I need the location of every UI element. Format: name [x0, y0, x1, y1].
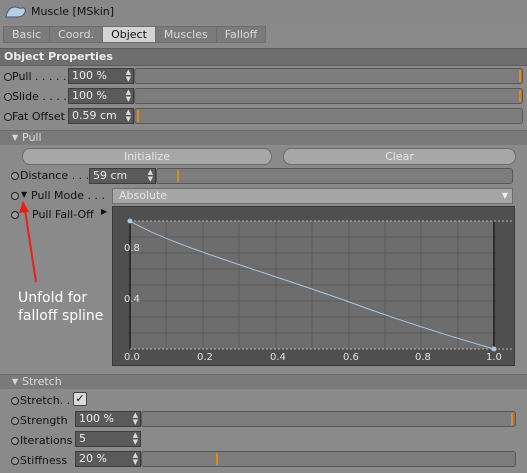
animation-dot-icon[interactable]	[11, 457, 19, 465]
section-title: Object Properties	[4, 50, 113, 63]
spinner-arrows-icon[interactable]: ▲ ▼	[126, 109, 131, 123]
muscle-arm-icon	[5, 6, 26, 18]
distance-slider[interactable]	[156, 168, 513, 184]
pull-mode-value: Absolute	[119, 189, 168, 202]
triangle-down-icon[interactable]: ▼	[12, 377, 18, 386]
distance-slider-handle[interactable]	[177, 170, 179, 182]
x-tick-label: 0.4	[270, 352, 286, 363]
annotation-line: falloff spline	[18, 308, 104, 324]
animation-dot-icon[interactable]	[11, 192, 19, 200]
clear-button[interactable]: Clear	[283, 148, 516, 165]
stiffness-value: 20 %	[79, 452, 107, 465]
chevron-down-icon: ▼	[501, 191, 508, 200]
tab-muscles[interactable]: Muscles	[154, 26, 217, 43]
initialize-button[interactable]: Initialize	[22, 148, 272, 165]
strength-value: 100 %	[79, 412, 114, 425]
pull-input[interactable]: 100 % ▲ ▼	[68, 68, 134, 84]
iterations-input[interactable]: 5 ▲ ▼	[75, 431, 141, 447]
animation-dot-icon[interactable]	[11, 172, 19, 180]
tab-object[interactable]: Object	[102, 26, 156, 43]
animation-dot-icon[interactable]	[11, 397, 19, 405]
fat-offset-label: Fat Offset	[12, 110, 65, 123]
strength-input[interactable]: 100 % ▲ ▼	[75, 411, 141, 427]
fat-offset-slider[interactable]	[134, 108, 523, 124]
spinner-arrows-icon[interactable]: ▲ ▼	[133, 452, 138, 466]
pull-slider-handle[interactable]	[519, 70, 521, 82]
animation-dot-icon[interactable]	[11, 417, 19, 425]
tab-coord[interactable]: Coord.	[49, 26, 104, 43]
tab-bar: Basic Coord. Object Muscles Falloff	[3, 26, 267, 43]
stretch-checkbox[interactable]: ✓	[73, 392, 87, 406]
stiffness-slider-handle[interactable]	[216, 453, 218, 465]
pull-mode-dropdown[interactable]: Absolute ▼	[112, 188, 513, 204]
slide-slider[interactable]	[134, 88, 523, 104]
spinner-arrows-icon[interactable]: ▲ ▼	[126, 89, 131, 103]
stretch-group-title: Stretch	[22, 375, 62, 388]
pull-mode-label: Pull Mode . . .	[31, 189, 105, 202]
falloff-spline-graph[interactable]: 0.8 0.4 0.0 0.2 0.4 0.6 0.8 1.0	[112, 206, 515, 366]
annotation-text: Unfold for falloff spline	[18, 289, 103, 325]
triangle-down-icon[interactable]: ▼	[21, 190, 27, 199]
pull-slider[interactable]	[134, 68, 523, 84]
pull-group-title: Pull	[22, 131, 42, 144]
spinner-arrows-icon[interactable]: ▲ ▼	[133, 432, 138, 446]
tab-basic[interactable]: Basic	[3, 26, 51, 43]
stretch-label: Stretch. .	[20, 394, 71, 407]
pull-label: Pull . . . . .	[12, 70, 67, 83]
distance-input[interactable]: 59 cm ▲ ▼	[89, 168, 156, 184]
animation-dot-icon[interactable]	[4, 93, 12, 101]
spline-point-end	[491, 346, 497, 352]
fat-offset-value: 0.59 cm	[72, 109, 117, 122]
strength-label: Strength	[20, 414, 68, 427]
y-tick-label: 0.0	[124, 352, 140, 363]
x-tick-label: 0.6	[343, 352, 359, 363]
stretch-group-header[interactable]: ▼ Stretch	[0, 374, 527, 389]
slide-input[interactable]: 100 % ▲ ▼	[68, 88, 134, 104]
window-title: Muscle [MSkin]	[31, 5, 115, 18]
y-tick-label: 0.4	[124, 294, 140, 305]
distance-value: 59 cm	[93, 169, 128, 182]
animation-dot-icon[interactable]	[11, 437, 19, 445]
pull-group-header[interactable]: ▼ Pull	[0, 130, 527, 145]
stiffness-label: Stiffness	[20, 454, 68, 467]
slide-slider-handle[interactable]	[519, 90, 521, 102]
tab-falloff[interactable]: Falloff	[215, 26, 267, 43]
x-tick-label: 1.0	[486, 352, 502, 363]
spinner-arrows-icon[interactable]: ▲ ▼	[148, 169, 153, 183]
animation-dot-icon[interactable]	[4, 113, 12, 121]
section-header: Object Properties	[0, 48, 527, 66]
x-tick-label: 0.8	[415, 352, 431, 363]
spline-point-start	[127, 218, 133, 224]
pull-value: 100 %	[72, 69, 107, 82]
stiffness-input[interactable]: 20 % ▲ ▼	[75, 451, 141, 467]
pull-falloff-label: Pull Fall-Off	[32, 208, 94, 221]
spline-canvas[interactable]: 0.8 0.4 0.0 0.2 0.4 0.6 0.8 1.0	[113, 207, 514, 365]
annotation-line: Unfold for	[18, 290, 88, 306]
animation-dot-icon[interactable]	[4, 73, 12, 81]
x-tick-label: 0.2	[197, 352, 213, 363]
spinner-arrows-icon[interactable]: ▲ ▼	[133, 412, 138, 426]
y-tick-label: 0.8	[124, 243, 140, 254]
animation-dot-icon[interactable]	[11, 211, 19, 219]
slide-label: Slide . . . . .	[12, 90, 74, 103]
title-bar: Muscle [MSkin]	[0, 0, 527, 24]
slide-value: 100 %	[72, 89, 107, 102]
strength-slider-handle[interactable]	[511, 413, 513, 425]
strength-slider[interactable]	[141, 411, 516, 427]
fat-offset-slider-handle[interactable]	[137, 110, 139, 122]
iterations-value: 5	[79, 432, 86, 445]
fat-offset-input[interactable]: 0.59 cm ▲ ▼	[68, 108, 134, 124]
triangle-right-icon[interactable]: ▶	[101, 207, 107, 216]
triangle-down-icon[interactable]: ▼	[12, 133, 18, 142]
iterations-label: Iterations	[20, 434, 73, 447]
spinner-arrows-icon[interactable]: ▲ ▼	[126, 69, 131, 83]
stiffness-slider[interactable]	[141, 451, 516, 467]
distance-label: Distance . . .	[20, 169, 90, 182]
